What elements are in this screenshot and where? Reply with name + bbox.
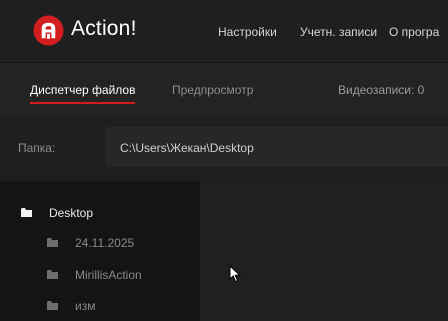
- tab-preview[interactable]: Предпросмотр: [172, 83, 253, 97]
- folder-icon: [47, 301, 58, 310]
- folder-icon: [47, 270, 58, 279]
- tree-item-label: MirillisAction: [75, 268, 142, 282]
- tree-item-label: 24.11.2025: [75, 236, 135, 250]
- tree-item-label: Desktop: [49, 206, 94, 220]
- menu-settings[interactable]: Настройки: [218, 25, 277, 39]
- action-logo-icon: [33, 15, 64, 46]
- folder-tree: Desktop 24.11.2025 MirillisAction изм: [0, 181, 200, 321]
- folder-row: Папка: C:\Users\Жекан\Desktop: [0, 117, 448, 177]
- tab-file-manager[interactable]: Диспетчер файлов: [30, 83, 136, 104]
- mouse-pointer-icon: [229, 265, 241, 283]
- recordings-count: Видеозаписи: 0: [338, 83, 425, 97]
- folder-icon: [21, 208, 32, 217]
- tab-bar: Диспетчер файлов Предпросмотр Видеозапис…: [0, 63, 448, 117]
- tree-item-label: изм: [75, 299, 96, 313]
- folder-icon: [47, 238, 58, 247]
- menu-accounts[interactable]: Учетн. записи: [300, 25, 377, 39]
- file-preview-area[interactable]: [200, 181, 448, 321]
- app-title: Action!: [71, 17, 137, 40]
- folder-path-field[interactable]: C:\Users\Жекан\Desktop: [106, 127, 448, 167]
- top-bar: Action! Настройки Учетн. записи О програ: [0, 0, 448, 62]
- folder-label: Папка:: [18, 141, 56, 155]
- menu-about[interactable]: О програ: [389, 25, 439, 39]
